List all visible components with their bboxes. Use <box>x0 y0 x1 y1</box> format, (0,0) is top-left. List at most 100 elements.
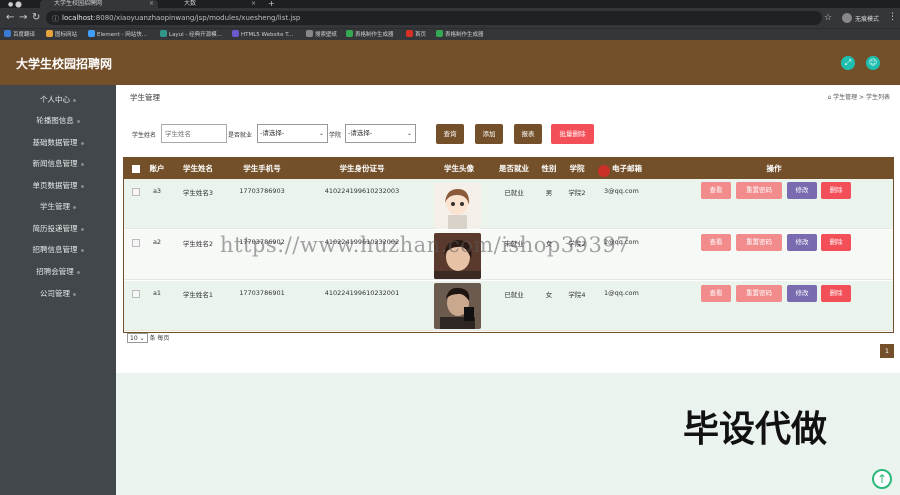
table-row[interactable]: a1 学生姓名1 17703786901 410224199610232001 … <box>124 281 893 331</box>
cell-school: 学院2 <box>568 189 586 197</box>
cell-id-card: 410224199610232003 <box>324 187 400 195</box>
app-title: 大学生校园招聘网 <box>16 57 113 71</box>
browser-tab-active[interactable]: 大学生校园招聘网 × <box>40 0 158 8</box>
row-checkbox[interactable] <box>132 239 140 247</box>
delete-button[interactable]: 删除 <box>821 285 851 302</box>
close-tab-icon[interactable]: × <box>251 0 256 8</box>
view-button[interactable]: 查看 <box>701 285 731 302</box>
page-size-select[interactable]: 10 ⌄ <box>127 333 148 343</box>
chevron-icon <box>80 184 84 188</box>
table-row[interactable]: a3 学生姓名3 17703786903 410224199610232003 … <box>124 179 893 229</box>
edit-button[interactable]: 修改 <box>787 285 817 302</box>
select-all-checkbox[interactable] <box>132 165 140 173</box>
chevron-icon <box>80 141 84 145</box>
browser-tab[interactable]: 大数 × <box>170 0 260 8</box>
bookmark-item[interactable]: Layui - 经典开源模... <box>160 30 222 40</box>
row-checkbox[interactable] <box>132 290 140 298</box>
bookmark-item[interactable]: Element - 网站快... <box>88 30 147 40</box>
sidebar-item-basic-data[interactable]: 基础数据管理 <box>0 136 116 150</box>
view-button[interactable]: 查看 <box>701 182 731 199</box>
chevron-down-icon: ⌄ <box>406 130 412 137</box>
chevron-icon <box>76 270 80 274</box>
row-checkbox[interactable] <box>132 188 140 196</box>
bookmark-item[interactable]: 表格制作生成器 <box>346 30 394 40</box>
chevron-icon <box>73 98 76 102</box>
bookmark-icon <box>46 30 53 37</box>
sidebar-item-label: 公司管理 <box>40 289 70 298</box>
sidebar-item-single-page[interactable]: 单页数据管理 <box>0 179 116 193</box>
batch-delete-button[interactable]: 批量删除 <box>551 124 594 144</box>
delete-button[interactable]: 删除 <box>821 182 851 199</box>
sidebar-item-label: 新闻信息管理 <box>32 159 78 168</box>
add-button[interactable]: 添加 <box>475 124 503 144</box>
breadcrumb[interactable]: ⌂ 学生管理 > 学生列表 <box>827 92 890 101</box>
cell-gender: 女 <box>545 291 553 299</box>
report-button[interactable]: 报表 <box>514 124 542 144</box>
bookmark-label: 表格制作生成器 <box>355 32 394 38</box>
cell-email: 3@qq.com <box>604 187 639 195</box>
bookmark-item[interactable]: 百度翻译 <box>4 30 35 40</box>
edit-button[interactable]: 修改 <box>787 182 817 199</box>
search-button[interactable]: 查询 <box>436 124 464 144</box>
sidebar: 个人中心 轮播图信息 基础数据管理 新闻信息管理 单页数据管理 学生管理 简历投… <box>0 85 116 495</box>
chevron-icon <box>73 205 76 209</box>
bookmark-item[interactable]: HTML5 Website T... <box>232 30 293 40</box>
sidebar-item-label: 单页数据管理 <box>32 181 78 190</box>
sidebar-item-job-fair[interactable]: 招聘会管理 <box>0 265 116 279</box>
sidebar-item-label: 招聘信息管理 <box>32 245 78 254</box>
cell-phone: 17703786901 <box>239 289 285 297</box>
cell-employed: 已就业 <box>504 291 524 299</box>
close-tab-icon[interactable]: × <box>149 0 154 8</box>
pagination-current-page[interactable]: 1 <box>880 344 894 358</box>
cell-id-card: 410224199610232001 <box>324 289 400 297</box>
sidebar-item-label: 基础数据管理 <box>32 138 78 147</box>
bookmark-item[interactable]: 首页 <box>406 30 426 40</box>
chevron-down-icon: ⌄ <box>318 130 324 137</box>
sidebar-item-news[interactable]: 新闻信息管理 <box>0 157 116 171</box>
sidebar-item-resume[interactable]: 简历投递管理 <box>0 222 116 236</box>
reload-icon[interactable]: ↻ <box>32 12 40 23</box>
cell-email: 1@qq.com <box>604 289 639 297</box>
bookmark-icon <box>88 30 95 37</box>
tab-label: 大学生校园招聘网 <box>54 0 103 7</box>
forward-icon[interactable]: → <box>19 12 27 23</box>
sidebar-item-personal-center[interactable]: 个人中心 <box>0 93 116 107</box>
reset-password-button[interactable]: 重置密码 <box>736 285 782 302</box>
view-button[interactable]: 查看 <box>701 234 731 251</box>
back-icon[interactable]: ← <box>6 12 14 23</box>
scroll-to-top-icon[interactable]: ↑ <box>872 469 892 489</box>
employed-filter-select[interactable]: -请选择- ⌄ <box>257 124 328 143</box>
site-info-icon[interactable]: ⓘ <box>52 14 59 24</box>
page-size-value: 10 <box>130 335 138 342</box>
bookmark-star-icon[interactable]: ☆ <box>824 13 832 23</box>
name-filter-input[interactable] <box>161 124 227 143</box>
bookmark-label: Layui - 经典开源模... <box>169 32 222 38</box>
cell-gender: 男 <box>545 189 553 197</box>
bookmark-item[interactable]: 搜索壁纸 <box>306 30 337 40</box>
cell-account: a3 <box>152 187 162 195</box>
bookmark-icon <box>4 30 11 37</box>
sidebar-item-label: 轮播图信息 <box>36 116 74 125</box>
browser-menu-icon[interactable]: ⋮ <box>888 12 897 22</box>
sidebar-item-company[interactable]: 公司管理 <box>0 287 116 301</box>
sidebar-item-carousel[interactable]: 轮播图信息 <box>0 114 116 128</box>
bookmark-item[interactable]: 图标网站 <box>46 30 77 40</box>
reset-password-button[interactable]: 重置密码 <box>736 234 782 251</box>
bookmark-item[interactable]: 表格制作生成器 <box>436 30 484 40</box>
sidebar-item-students[interactable]: 学生管理 <box>0 200 116 214</box>
tab-label: 大数 <box>184 0 197 7</box>
expand-icon[interactable]: ⤢ <box>841 56 855 70</box>
reset-password-button[interactable]: 重置密码 <box>736 182 782 199</box>
delete-button[interactable]: 删除 <box>821 234 851 251</box>
profile-avatar[interactable] <box>842 13 852 23</box>
url-input[interactable]: localhost:8080/xiaoyuanzhaopinwang/jsp/m… <box>46 11 822 25</box>
window-controls[interactable]: ● ⬤ <box>8 1 22 8</box>
school-filter-select[interactable]: -请选择- ⌄ <box>345 124 416 143</box>
edit-button[interactable]: 修改 <box>787 234 817 251</box>
sidebar-item-recruitment[interactable]: 招聘信息管理 <box>0 243 116 257</box>
cell-employed: 已就业 <box>504 189 524 197</box>
table-header: 账户 学生姓名 学生手机号 学生身份证号 学生头像 是否就业 性别 学院 电子邮… <box>124 158 893 179</box>
new-tab-icon[interactable]: + <box>268 0 275 8</box>
user-icon[interactable]: ☺ <box>866 56 880 70</box>
employed-filter-label: 是否就业 <box>228 132 253 139</box>
